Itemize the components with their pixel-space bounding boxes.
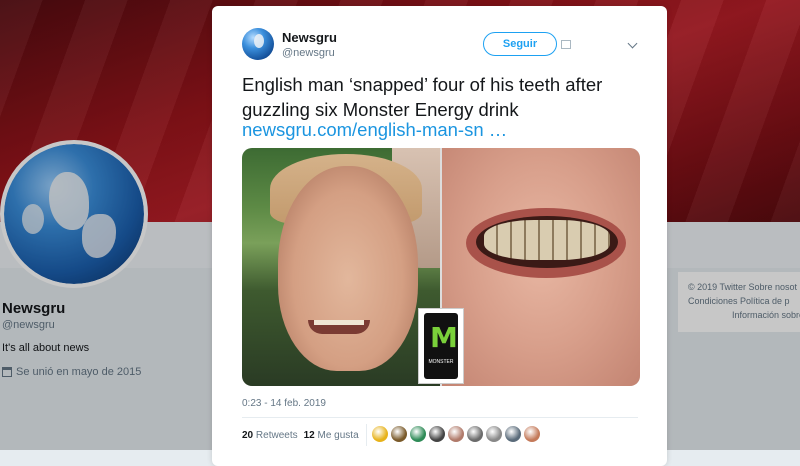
liker-avatar[interactable] <box>391 426 407 442</box>
liker-avatar[interactable] <box>467 426 483 442</box>
photo-damaged-teeth <box>442 148 640 386</box>
likes-count: 12 <box>303 430 315 441</box>
tweet-timestamp[interactable]: 0:23 - 14 feb. 2019 <box>242 398 326 409</box>
liker-avatar[interactable] <box>448 426 464 442</box>
liker-avatar[interactable] <box>410 426 426 442</box>
tweet-link[interactable]: newsgru.com/english-man-sn … <box>242 119 507 141</box>
retweets-stat[interactable]: 20 Retweets <box>242 430 298 441</box>
liker-avatar[interactable] <box>372 426 388 442</box>
can-label: MONSTER <box>428 359 454 365</box>
chevron-down-icon[interactable] <box>627 38 638 49</box>
likes-label: Me gusta <box>317 430 359 441</box>
tweet-text: English man ‘snapped’ four of his teeth … <box>242 74 603 120</box>
liker-avatar[interactable] <box>486 426 502 442</box>
follow-button[interactable]: Seguir <box>483 32 557 56</box>
tweet-card: Newsgru @newsgru Seguir English man ‘sna… <box>212 6 667 466</box>
likers-avatars <box>372 426 540 442</box>
liker-avatar[interactable] <box>505 426 521 442</box>
liker-avatar[interactable] <box>524 426 540 442</box>
tweet-avatar[interactable] <box>242 28 274 60</box>
monster-can-image: M MONSTER <box>418 308 464 384</box>
retweets-count: 20 <box>242 430 254 441</box>
tweet-author-handle[interactable]: @newsgru <box>282 47 335 59</box>
liker-avatar[interactable] <box>429 426 445 442</box>
monster-claw-icon: M <box>430 321 458 354</box>
photo-smiling-man <box>242 148 440 386</box>
likes-stat[interactable]: 12 Me gusta <box>304 430 359 441</box>
stats-separator <box>366 424 367 446</box>
retweets-label: Retweets <box>255 430 298 441</box>
divider <box>242 417 638 418</box>
tweet-stats: 20 Retweets 12 Me gusta <box>242 430 359 441</box>
tweet-author-name[interactable]: Newsgru <box>282 30 337 45</box>
tweet-media[interactable]: M MONSTER <box>242 148 640 386</box>
block-icon[interactable] <box>561 40 571 49</box>
